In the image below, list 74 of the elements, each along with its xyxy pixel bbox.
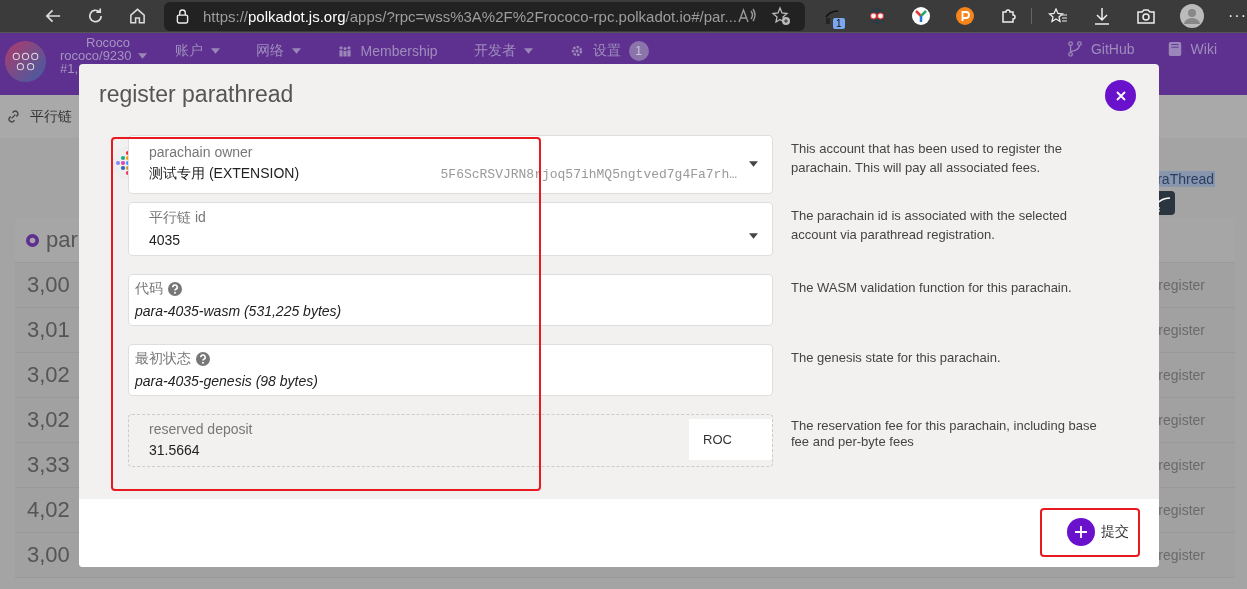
nav-menu-item[interactable]: 设置 1 [568,41,649,61]
y-logo-extension-icon[interactable] [911,6,931,26]
table-cell: 3,00 [27,272,70,298]
field-value: 4035 [149,231,181,248]
submit-button[interactable]: 提交 [1067,517,1129,546]
people-icon [336,43,353,59]
profile-avatar-icon[interactable] [1180,4,1204,28]
p-logo-extension-icon[interactable] [955,6,975,26]
table-cell: 4,02 [27,497,70,523]
address-bar[interactable]: https://polkadot.js.org/apps/?rpc=wss%3A%2F%2Frococo-rpc.polkadot.io#/par... [163,1,805,31]
header-link[interactable]: Wiki [1166,41,1217,57]
caret-icon [523,48,533,54]
more-menu-button[interactable]: ··· [1228,7,1247,25]
table-cell: 3,33 [27,452,70,478]
field-value: para-4035-genesis (98 bytes) [135,372,318,389]
table-cell: 3,02 [27,407,70,433]
input-field[interactable]: 最初状态 para-4035-genesis (98 bytes) [128,344,773,396]
field-label: 平行链 id [149,208,206,227]
extension-badge: 1 [833,18,845,29]
nav-menu-item[interactable]: Membership [336,41,438,61]
table-heading: par [46,227,78,253]
chain-logo-icon[interactable] [5,41,46,82]
count-badge: 1 [628,41,649,61]
help-text: The WASM validation function for this parachain. [791,279,1073,297]
help-text: The genesis state for this parachain. [791,349,1002,367]
camera-icon[interactable] [1136,6,1156,26]
help-text: This account that has been used to register the parachain. This will pay all associated fees. [791,140,1063,177]
field-label: parachain owner [149,144,253,160]
field-value: para-4035-wasm (531,225 bytes) [135,302,342,319]
book-icon [1166,41,1183,57]
reload-icon[interactable] [86,6,105,26]
caret-icon [749,233,758,239]
unit-label: ROC [689,419,772,460]
field-label: 代码 [135,279,163,298]
translate-extension-icon[interactable]: 1 [823,5,845,27]
section-tab[interactable]: 平行链 [6,107,72,126]
nav-menu-item[interactable]: 开发者 [473,41,533,61]
table-cell: 3,00 [27,542,70,568]
field-label: 最初状态 [135,349,191,368]
radio-dot-icon [26,233,39,247]
favorite-add-icon[interactable] [771,6,791,26]
glasses-extension-icon[interactable] [867,6,887,26]
field-label: reserved deposit [149,421,253,437]
url-text: https://polkadot.js.org/apps/?rpc=wss%3A%2F%2Frococo-rpc.polkadot.io#/par... [202,7,737,25]
lock-icon [175,8,189,24]
modal-title: register parathread [99,80,294,108]
node-version[interactable]: rococo/9230 [60,49,132,62]
caret-icon [749,160,758,167]
help-text: The reservation fee for this parachain, including base fee and per-byte fees [791,418,1098,450]
field-value: 测试专用 (EXTENSION) [149,165,300,183]
close-button[interactable] [1105,80,1136,111]
nav-menu-item[interactable]: 账户 [174,41,220,61]
caret-icon [291,48,301,54]
caret-icon [210,48,220,54]
plus-icon [1067,517,1095,546]
header-link[interactable]: GitHub [1067,41,1135,57]
branch-icon [1067,41,1083,57]
chain-name: Rococo [86,36,131,49]
favorites-icon[interactable] [1048,6,1068,26]
help-text: The parachain id is associated with the selected account via parathread registration. [791,207,1069,244]
link-icon [6,109,21,124]
table-cell: 3,02 [27,362,70,388]
input-field[interactable]: 代码 para-4035-wasm (531,225 bytes) [128,274,773,326]
nav-menu-item[interactable]: 网络 [255,41,301,61]
input-field[interactable]: 平行链 id 4035 [128,202,773,256]
field-value: 31.5664 [149,442,200,458]
home-icon[interactable] [127,6,147,26]
block-number: #1, [60,62,79,75]
puzzle-icon[interactable] [999,6,1019,26]
download-icon[interactable] [1092,6,1112,26]
caret-icon [137,52,147,59]
close-icon [1115,90,1126,101]
selected-text: raThread [1156,171,1215,187]
table-cell: 3,01 [27,317,70,343]
